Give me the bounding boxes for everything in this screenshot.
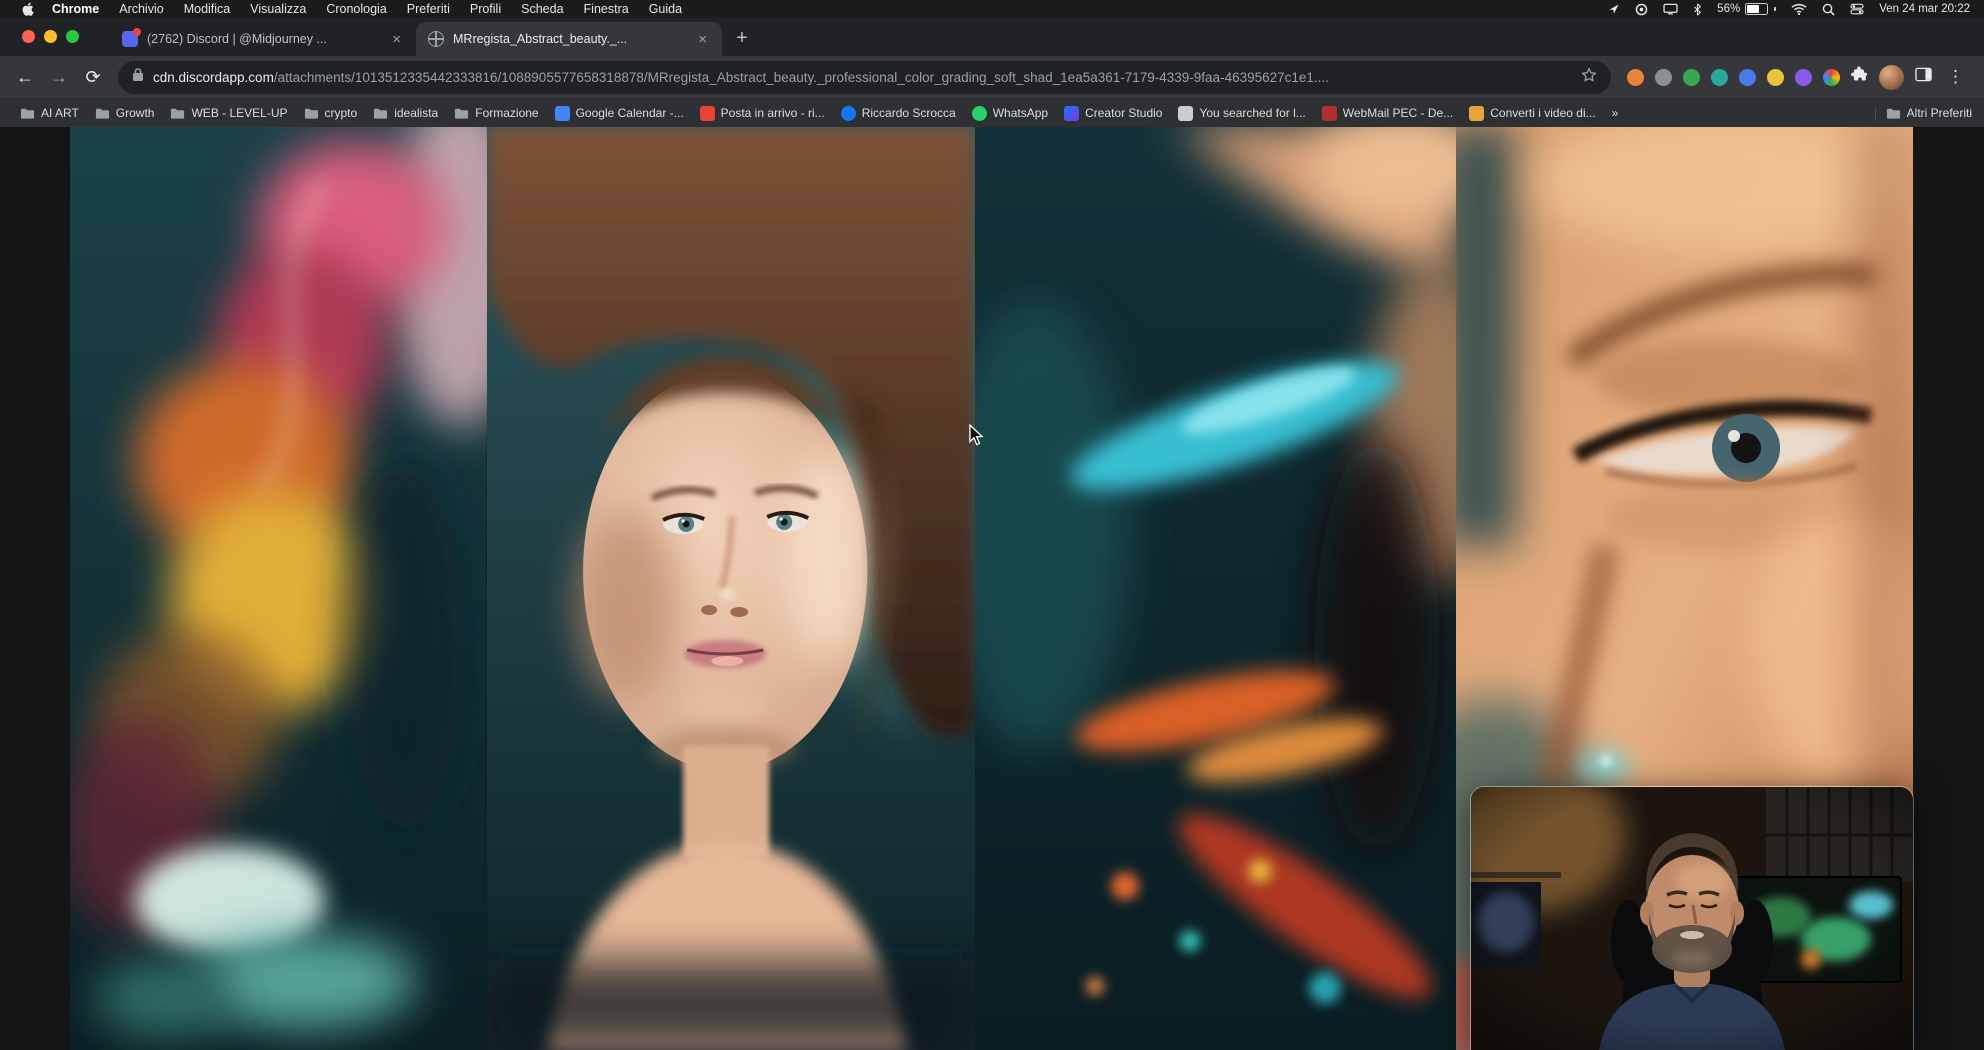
bookmark-facebook-profile[interactable]: Riccardo Scrocca: [833, 103, 964, 124]
menu-item-chrome[interactable]: Chrome: [42, 2, 109, 16]
folder-icon: [95, 106, 110, 121]
status-app-icon[interactable]: [1635, 3, 1648, 16]
bookmark-folder-crypto[interactable]: crypto: [296, 103, 366, 124]
menu-item-profili[interactable]: Profili: [460, 2, 511, 16]
bookmark-webmail-pec[interactable]: WebMail PEC - De...: [1314, 103, 1461, 124]
tab-title: (2762) Discord | @Midjourney ...: [147, 32, 380, 46]
reload-button[interactable]: ⟳: [76, 60, 110, 94]
bookmark-google-calendar[interactable]: Google Calendar -...: [547, 103, 692, 124]
extensions-puzzle-icon[interactable]: [1851, 66, 1868, 88]
bookmark-folder-idealista[interactable]: idealista: [365, 103, 446, 124]
menu-item-guida[interactable]: Guida: [639, 2, 692, 16]
bookmark-search-result[interactable]: You searched for l...: [1170, 103, 1313, 124]
menu-item-preferiti[interactable]: Preferiti: [397, 2, 460, 16]
window-controls: [22, 30, 79, 43]
other-bookmarks[interactable]: Altri Preferiti: [1875, 106, 1972, 121]
folder-icon: [170, 106, 185, 121]
minimize-window-button[interactable]: [44, 30, 57, 43]
back-button[interactable]: ←: [8, 60, 42, 94]
battery-percent: 56%: [1717, 3, 1740, 15]
presenter-video: [1471, 787, 1913, 1050]
bookmark-creator-studio[interactable]: Creator Studio: [1056, 103, 1170, 124]
webcam-overlay[interactable]: [1470, 786, 1914, 1050]
extension-icon-4[interactable]: [1711, 69, 1728, 86]
url-text: cdn.discordapp.com/attachments/101351233…: [153, 70, 1572, 85]
menu-item-scheda[interactable]: Scheda: [511, 2, 573, 16]
bookmark-video-converter[interactable]: Converti i video di...: [1461, 103, 1603, 124]
battery-icon: [1745, 3, 1768, 15]
tab-close-icon[interactable]: ×: [695, 31, 710, 48]
padlock-icon[interactable]: [132, 67, 144, 87]
menu-status-area: 56% Ven 24 mar 20:22: [1608, 3, 1970, 16]
extension-icon-6[interactable]: [1795, 69, 1812, 86]
extension-icon-2[interactable]: [1655, 69, 1672, 86]
bookmark-whatsapp[interactable]: WhatsApp: [964, 103, 1056, 124]
page-content: [0, 126, 1984, 1050]
menu-clock[interactable]: Ven 24 mar 20:22: [1879, 3, 1970, 15]
menu-item-finestra[interactable]: Finestra: [574, 2, 639, 16]
video-icon: [1469, 106, 1484, 121]
menu-item-cronologia[interactable]: Cronologia: [316, 2, 396, 16]
google-calendar-icon: [555, 106, 570, 121]
mouse-cursor: [968, 424, 984, 451]
gmail-icon: [700, 106, 715, 121]
globe-favicon: [428, 31, 444, 47]
folder-icon: [20, 106, 35, 121]
extension-icon-3[interactable]: [1683, 69, 1700, 86]
bookmark-folder-formazione[interactable]: Formazione: [446, 103, 546, 124]
bookmark-folder-growth[interactable]: Growth: [87, 103, 163, 124]
extension-icon-5[interactable]: [1739, 69, 1756, 86]
chrome-tab-strip: (2762) Discord | @Midjourney ... × MRreg…: [0, 18, 1984, 56]
zoom-window-button[interactable]: [66, 30, 79, 43]
artwork-panel-abstract-ribbon: [70, 126, 487, 1050]
bookmark-folder-ai-art[interactable]: AI ART: [12, 103, 87, 124]
extension-icon-7[interactable]: [1823, 69, 1840, 86]
extension-key-icon[interactable]: [1767, 69, 1784, 86]
bookmarks-overflow-icon[interactable]: »: [1604, 106, 1627, 120]
location-icon[interactable]: [1608, 3, 1620, 15]
side-panel-icon[interactable]: [1915, 67, 1932, 87]
page-icon: [1178, 106, 1193, 121]
folder-icon: [1886, 106, 1901, 121]
new-tab-button[interactable]: +: [728, 24, 756, 52]
tab-title: MRregista_Abstract_beauty._...: [453, 32, 686, 46]
chrome-menu-icon[interactable]: ⋮: [1943, 67, 1968, 87]
tab-close-icon[interactable]: ×: [389, 31, 404, 48]
control-center-icon[interactable]: [1850, 3, 1864, 15]
menu-item-archivio[interactable]: Archivio: [109, 2, 173, 16]
creator-studio-icon: [1064, 106, 1079, 121]
artwork-panel-abstract-streaks: [975, 126, 1456, 1050]
tab-image-viewer[interactable]: MRregista_Abstract_beauty._... ×: [416, 22, 722, 56]
macos-menu-bar: Chrome Archivio Modifica Visualizza Cron…: [0, 0, 1984, 18]
menu-item-visualizza[interactable]: Visualizza: [240, 2, 316, 16]
bookmark-folder-web-level-up[interactable]: WEB - LEVEL-UP: [162, 103, 295, 124]
whatsapp-icon: [972, 106, 987, 121]
extension-icon-1[interactable]: [1627, 69, 1644, 86]
bookmarks-bar: AI ART Growth WEB - LEVEL-UP crypto idea…: [0, 98, 1984, 127]
discord-favicon: [122, 31, 138, 47]
display-icon[interactable]: [1663, 3, 1678, 15]
folder-icon: [373, 106, 388, 121]
chrome-toolbar: ← → ⟳ cdn.discordapp.com/attachments/101…: [0, 56, 1984, 98]
tab-discord[interactable]: (2762) Discord | @Midjourney ... ×: [110, 22, 416, 56]
folder-icon: [454, 106, 469, 121]
menu-item-modifica[interactable]: Modifica: [174, 2, 241, 16]
bluetooth-icon[interactable]: [1693, 3, 1702, 16]
webmail-icon: [1322, 106, 1337, 121]
apple-menu-icon[interactable]: [14, 2, 42, 16]
forward-button[interactable]: →: [42, 60, 76, 94]
spotlight-icon[interactable]: [1822, 3, 1835, 16]
artwork-panel-portrait: [487, 126, 975, 1050]
profile-avatar[interactable]: [1879, 65, 1904, 90]
bookmark-gmail-inbox[interactable]: Posta in arrivo - ri...: [692, 103, 833, 124]
wifi-icon[interactable]: [1791, 3, 1807, 15]
bookmark-star-icon[interactable]: [1581, 67, 1597, 88]
close-window-button[interactable]: [22, 30, 35, 43]
extensions-row: ⋮: [1619, 65, 1976, 90]
folder-icon: [304, 106, 319, 121]
battery-indicator[interactable]: 56%: [1717, 3, 1776, 15]
facebook-icon: [841, 106, 856, 121]
address-bar[interactable]: cdn.discordapp.com/attachments/101351233…: [118, 61, 1611, 94]
